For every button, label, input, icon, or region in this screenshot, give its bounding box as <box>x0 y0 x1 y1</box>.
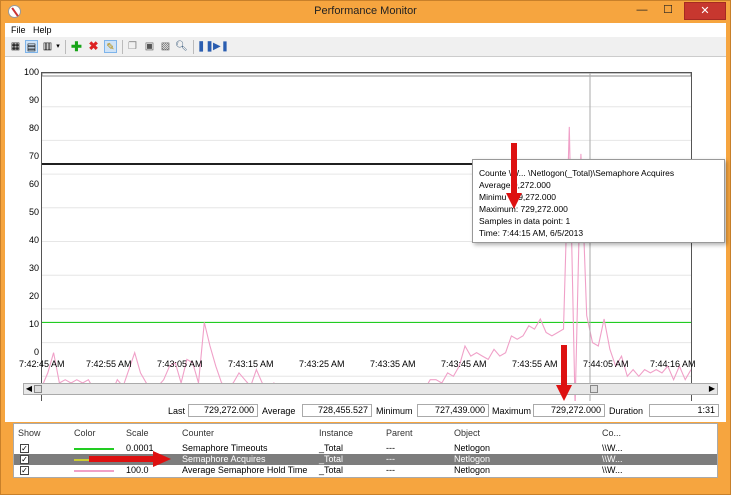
toolbar-separator <box>65 40 66 54</box>
last-label: Last <box>168 406 186 416</box>
top-limit-band <box>41 72 692 77</box>
toolbar-separator <box>193 40 194 54</box>
tooltip-samples: Samples in data point: 1 <box>479 216 571 226</box>
x-tick-label: 7:43:05 AM <box>157 359 203 369</box>
row-parent: --- <box>386 465 395 475</box>
add-counter-icon[interactable]: ✚ <box>70 40 83 53</box>
tooltip-maximum: Maximum: 729,272.000 <box>479 204 568 214</box>
minimum-value: 727,439.000 <box>417 404 489 417</box>
maximum-value: 729,272.000 <box>533 404 605 417</box>
maximize-button[interactable]: ☐ <box>656 2 680 20</box>
row-computer: \\W... <box>602 465 623 475</box>
last-value: 729,272.000 <box>188 404 258 417</box>
show-checkbox[interactable]: ✓ <box>20 444 29 453</box>
graph-type-dropdown-icon[interactable]: ▾ <box>54 40 62 53</box>
menu-help[interactable]: Help <box>33 25 52 35</box>
properties-icon[interactable]: ▧ <box>159 40 172 53</box>
time-scrollbar[interactable]: ◀ ▶ <box>23 383 718 395</box>
header-color[interactable]: Color <box>74 428 96 438</box>
scroll-end-handle[interactable] <box>590 385 598 393</box>
performance-monitor-window: Performance Monitor — ☐ ✕ File Help ▦ ▤ … <box>0 0 731 495</box>
title-bar: Performance Monitor — ☐ ✕ <box>1 1 730 23</box>
duration-value: 1:31 <box>649 404 719 417</box>
window-title: Performance Monitor <box>314 5 417 17</box>
menu-bar: File Help <box>5 23 726 37</box>
scroll-right-arrow-icon[interactable]: ▶ <box>707 384 717 394</box>
x-tick-label: 7:44:05 AM <box>583 359 629 369</box>
header-computer[interactable]: Co... <box>602 428 621 438</box>
scroll-start-handle[interactable] <box>34 385 42 393</box>
minimum-label: Minimum <box>376 406 413 416</box>
series-color-swatch <box>74 470 114 472</box>
header-instance[interactable]: Instance <box>319 428 353 438</box>
zoom-icon[interactable]: 🔍︎ <box>175 40 188 53</box>
y-tick-label: 50 <box>28 207 39 217</box>
row-computer: \\W... <box>602 454 623 464</box>
row-counter: Semaphore Timeouts <box>182 443 268 453</box>
row-object: Netlogon <box>454 454 491 464</box>
y-tick-label: 0 <box>33 347 39 357</box>
annotation-arrow-down-icon <box>506 143 522 209</box>
toolbar: ▦ ▤ ▥ ▾ ✚ ✖ ✎ ❐ ▣ ▧ 🔍︎ ❚❚ ▶❚ <box>5 37 726 57</box>
x-tick-label: 7:42:45 AM <box>19 359 65 369</box>
y-tick-label: 80 <box>28 123 39 133</box>
series-color-swatch <box>74 448 114 450</box>
maximum-label: Maximum <box>492 406 532 416</box>
x-tick-label: 7:43:25 AM <box>299 359 345 369</box>
graph-area: 100 90 80 70 60 50 40 30 20 10 0 7:42:45… <box>5 57 726 422</box>
y-tick-label: 90 <box>28 95 39 105</box>
y-tick-label: 70 <box>28 151 39 161</box>
y-tick-label: 10 <box>28 319 39 329</box>
header-scale[interactable]: Scale <box>126 428 149 438</box>
menu-file[interactable]: File <box>11 25 26 35</box>
row-parent: --- <box>386 443 395 453</box>
row-parent: --- <box>386 454 395 464</box>
scroll-left-arrow-icon[interactable]: ◀ <box>24 384 34 394</box>
y-tick-label: 60 <box>28 179 39 189</box>
delete-counter-icon[interactable]: ✖ <box>87 40 100 53</box>
paste-counter-list-icon[interactable]: ▣ <box>143 40 156 53</box>
average-label: Average <box>262 406 296 416</box>
y-tick-label: 30 <box>28 263 39 273</box>
row-counter: Average Semaphore Hold Time <box>182 465 308 475</box>
row-counter: Semaphore Acquires <box>182 454 266 464</box>
close-button[interactable]: ✕ <box>684 2 726 20</box>
view-current-activity-icon[interactable]: ▦ <box>9 40 22 53</box>
row-computer: \\W... <box>602 443 623 453</box>
highlight-icon[interactable]: ✎ <box>104 40 117 53</box>
minimize-button[interactable]: — <box>630 2 654 20</box>
tooltip-time: Time: 7:44:15 AM, 6/5/2013 <box>479 228 584 238</box>
y-tick-label: 40 <box>28 235 39 245</box>
copy-properties-icon[interactable]: ❐ <box>126 40 139 53</box>
row-instance: _Total <box>319 443 344 453</box>
view-log-data-icon[interactable]: ▤ <box>25 40 38 53</box>
y-tick-label: 20 <box>28 291 39 301</box>
x-tick-label: 7:42:55 AM <box>86 359 132 369</box>
annotation-arrow-down-icon <box>556 345 572 401</box>
toolbar-separator <box>122 40 123 54</box>
show-checkbox[interactable]: ✓ <box>20 455 29 464</box>
statistics-bar: Last 729,272.000 Average 728,455.527 Min… <box>5 401 726 421</box>
header-object[interactable]: Object <box>454 428 480 438</box>
change-graph-type-icon[interactable]: ▥ <box>41 40 54 53</box>
x-tick-label: 7:44:16 AM <box>650 359 696 369</box>
row-instance: _Total <box>319 454 344 464</box>
row-object: Netlogon <box>454 443 491 453</box>
y-tick-label: 100 <box>23 67 39 77</box>
header-parent[interactable]: Parent <box>386 428 413 438</box>
header-show[interactable]: Show <box>18 428 41 438</box>
update-data-icon[interactable]: ▶❚ <box>213 40 229 53</box>
x-tick-label: 7:43:35 AM <box>370 359 416 369</box>
row-instance: _Total <box>319 465 344 475</box>
x-tick-label: 7:43:55 AM <box>512 359 558 369</box>
annotation-arrow-right-icon <box>89 451 171 467</box>
duration-label: Duration <box>609 406 644 416</box>
freeze-display-icon[interactable]: ❚❚ <box>197 40 214 53</box>
header-counter[interactable]: Counter <box>182 428 214 438</box>
x-tick-label: 7:43:15 AM <box>228 359 274 369</box>
average-value: 728,455.527 <box>302 404 372 417</box>
show-checkbox[interactable]: ✓ <box>20 466 29 475</box>
row-object: Netlogon <box>454 465 491 475</box>
x-tick-label: 7:43:45 AM <box>441 359 487 369</box>
